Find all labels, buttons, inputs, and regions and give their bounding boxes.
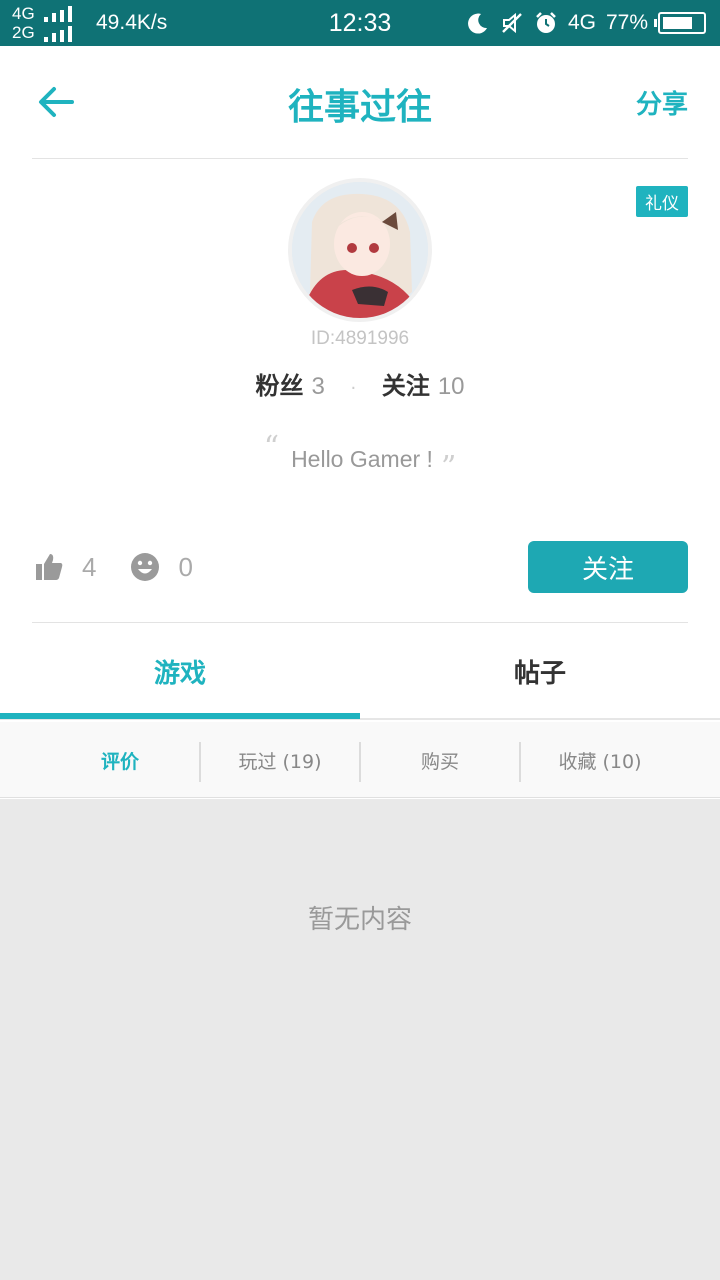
alarm-icon <box>534 11 558 35</box>
battery-percent: 77% <box>605 11 648 34</box>
fans-stat[interactable]: 粉丝 3 <box>255 372 332 400</box>
battery-icon <box>654 12 706 34</box>
smile-icon <box>131 553 160 581</box>
bio-text: Hello Gamer ! <box>291 446 433 472</box>
user-badge: 礼仪 <box>636 186 688 217</box>
quote-close-icon: ” <box>440 450 457 485</box>
page-title: 往事过往 <box>287 87 432 128</box>
avatar[interactable] <box>288 178 432 322</box>
smile-count: 0 <box>178 551 193 582</box>
like-button[interactable]: 4 <box>34 552 96 583</box>
mute-icon <box>500 11 524 35</box>
main-tabs: 游戏 帖子 <box>0 624 720 720</box>
subtab-favorites[interactable]: 收藏 (10) <box>520 722 680 798</box>
divider <box>32 158 688 159</box>
quote-open-icon: “ <box>263 430 280 465</box>
subtab-reviews[interactable]: 评价 <box>40 722 200 798</box>
like-count: 4 <box>82 551 97 582</box>
status-bar: 4G 2G 49.4K/s 12:33 4G 77% <box>0 0 720 46</box>
fans-count: 3 <box>311 373 325 400</box>
following-stat[interactable]: 关注 10 <box>382 372 465 400</box>
divider <box>32 622 688 623</box>
subtab-played[interactable]: 玩过 (19) <box>200 722 360 798</box>
fans-label: 粉丝 <box>255 372 304 400</box>
avatar-image <box>292 182 428 318</box>
following-label: 关注 <box>381 372 430 400</box>
follow-stats: 粉丝 3 · 关注 10 <box>0 366 720 401</box>
sub-tabs: 评价 玩过 (19) 购买 收藏 (10) <box>0 722 720 798</box>
separator-dot: · <box>350 378 357 399</box>
user-bio: “ Hello Gamer ! ” <box>0 430 720 485</box>
share-button[interactable]: 分享 <box>636 84 688 121</box>
smile-button[interactable]: 0 <box>130 551 193 583</box>
user-id: ID:4891996 <box>310 328 410 349</box>
following-count: 10 <box>437 373 465 400</box>
tab-posts[interactable]: 帖子 <box>360 624 720 718</box>
app-header: 往事过往 分享 <box>0 46 720 158</box>
thumbs-up-icon <box>36 554 63 580</box>
subtab-purchased[interactable]: 购买 <box>360 722 520 798</box>
network-type-right: 4G <box>567 11 596 34</box>
empty-state-text: 暂无内容 <box>307 905 412 935</box>
moon-icon <box>466 11 490 35</box>
tab-games[interactable]: 游戏 <box>0 624 360 718</box>
tab-indicator <box>0 713 360 719</box>
reactions: 4 0 <box>34 544 227 590</box>
content-area: 暂无内容 <box>0 799 720 1280</box>
follow-button[interactable]: 关注 <box>528 541 688 593</box>
